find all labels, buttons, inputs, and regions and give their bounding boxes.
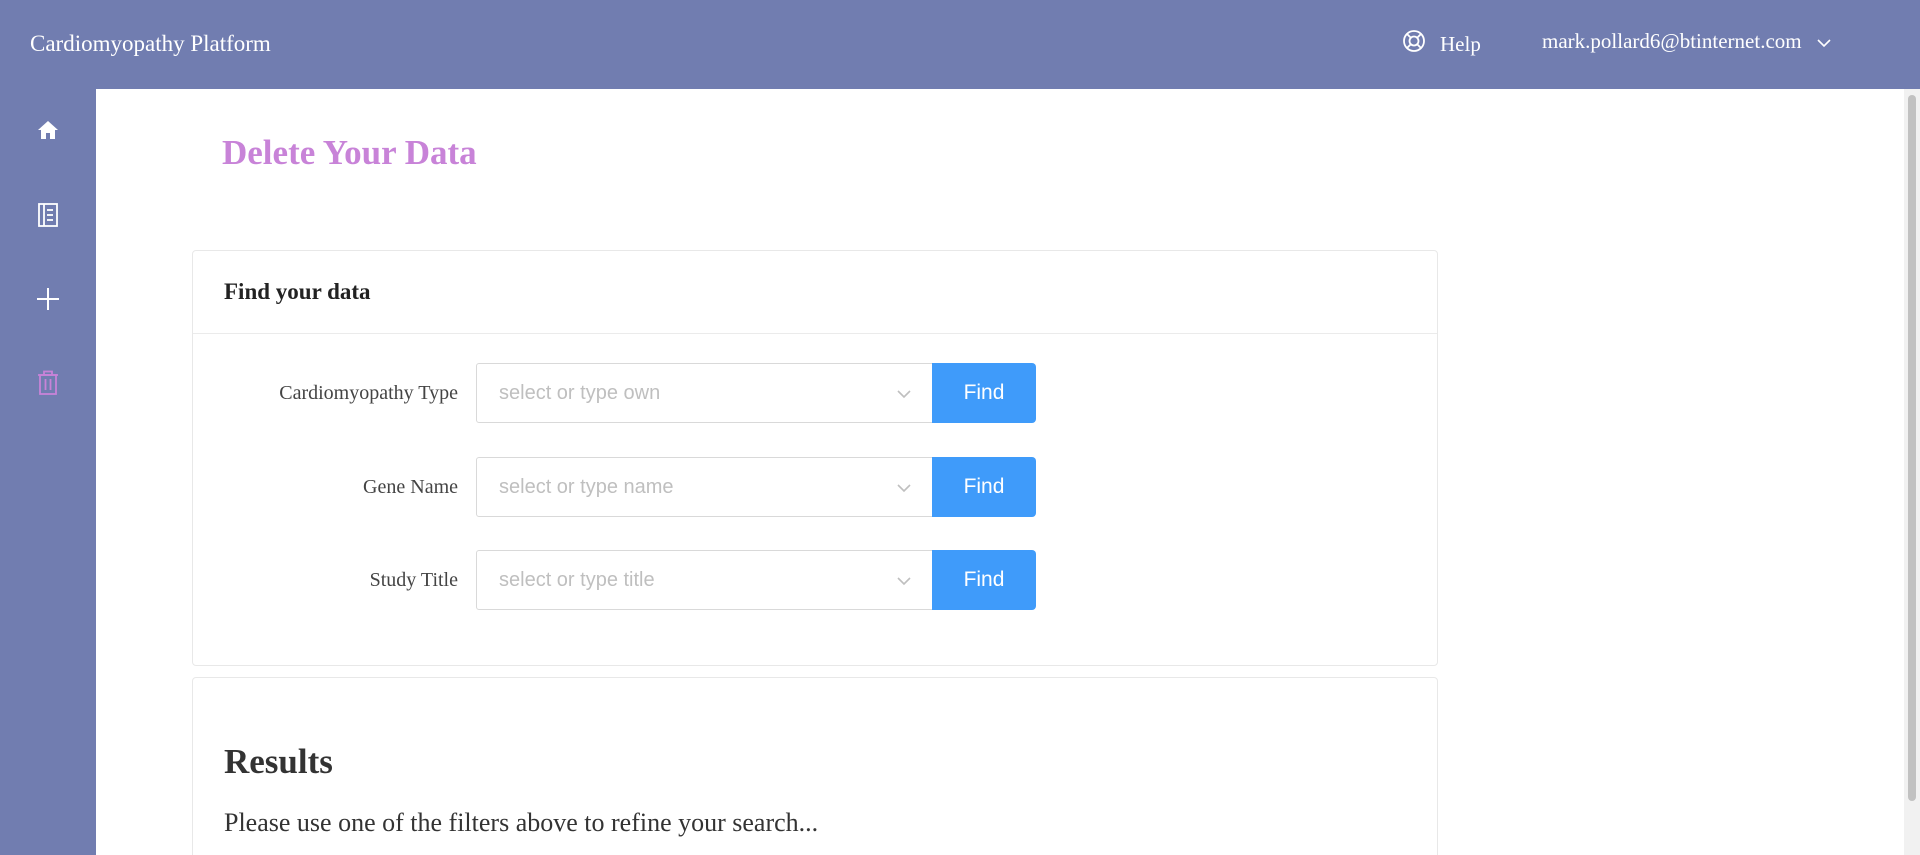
filter-row-study-title: Study Title select or type title Find <box>193 550 1036 610</box>
study-title-select[interactable]: select or type title <box>476 550 933 610</box>
page-title: Delete Your Data <box>222 133 477 172</box>
card-title: Find your data <box>193 251 1437 334</box>
find-gene-name-button[interactable]: Find <box>932 457 1036 517</box>
gene-name-select[interactable]: select or type name <box>476 457 933 517</box>
filter-row-gene-name: Gene Name select or type name Find <box>193 457 1036 517</box>
select-placeholder: select or type own <box>499 381 661 404</box>
vertical-scrollbar[interactable] <box>1904 89 1920 855</box>
help-link[interactable]: Help <box>1402 29 1481 59</box>
results-title: Results <box>224 742 333 781</box>
main-content: Delete Your Data Find your data Cardiomy… <box>96 89 1920 855</box>
gene-name-label: Gene Name <box>363 475 458 498</box>
chevron-down-icon <box>896 476 912 499</box>
sidebar-item-studies[interactable] <box>33 202 63 232</box>
home-icon <box>36 118 60 147</box>
plus-icon <box>35 286 61 317</box>
find-data-card: Find your data Cardiomyopathy Type selec… <box>192 250 1438 666</box>
chevron-down-icon <box>896 382 912 405</box>
find-cardiomyopathy-type-button[interactable]: Find <box>932 363 1036 423</box>
cardiomyopathy-type-select[interactable]: select or type own <box>476 363 933 423</box>
sidebar-item-add[interactable] <box>33 286 63 316</box>
select-placeholder: select or type title <box>499 568 655 591</box>
sidebar <box>0 89 96 855</box>
lifebuoy-icon <box>1402 29 1440 59</box>
chevron-down-icon <box>1802 29 1832 54</box>
notebook-icon <box>36 202 60 233</box>
top-bar: Cardiomyopathy Platform Help mark.pollar… <box>0 0 1920 89</box>
app-title[interactable]: Cardiomyopathy Platform <box>30 31 271 57</box>
user-email: mark.pollard6@btinternet.com <box>1542 29 1802 53</box>
select-placeholder: select or type name <box>499 475 674 498</box>
chevron-down-icon <box>896 569 912 592</box>
sidebar-item-delete[interactable] <box>33 370 63 400</box>
results-message: Please use one of the filters above to r… <box>224 808 819 837</box>
filter-row-cardiomyopathy-type: Cardiomyopathy Type select or type own F… <box>193 363 1036 423</box>
help-label: Help <box>1440 31 1481 56</box>
cardiomyopathy-type-label: Cardiomyopathy Type <box>279 381 458 404</box>
scrollbar-thumb[interactable] <box>1908 95 1916 801</box>
study-title-label: Study Title <box>369 568 458 591</box>
sidebar-item-home[interactable] <box>33 117 63 147</box>
trash-icon <box>36 370 60 401</box>
find-study-title-button[interactable]: Find <box>932 550 1036 610</box>
results-card: Results Please use one of the filters ab… <box>192 677 1438 855</box>
user-menu[interactable]: mark.pollard6@btinternet.com <box>1542 29 1832 54</box>
